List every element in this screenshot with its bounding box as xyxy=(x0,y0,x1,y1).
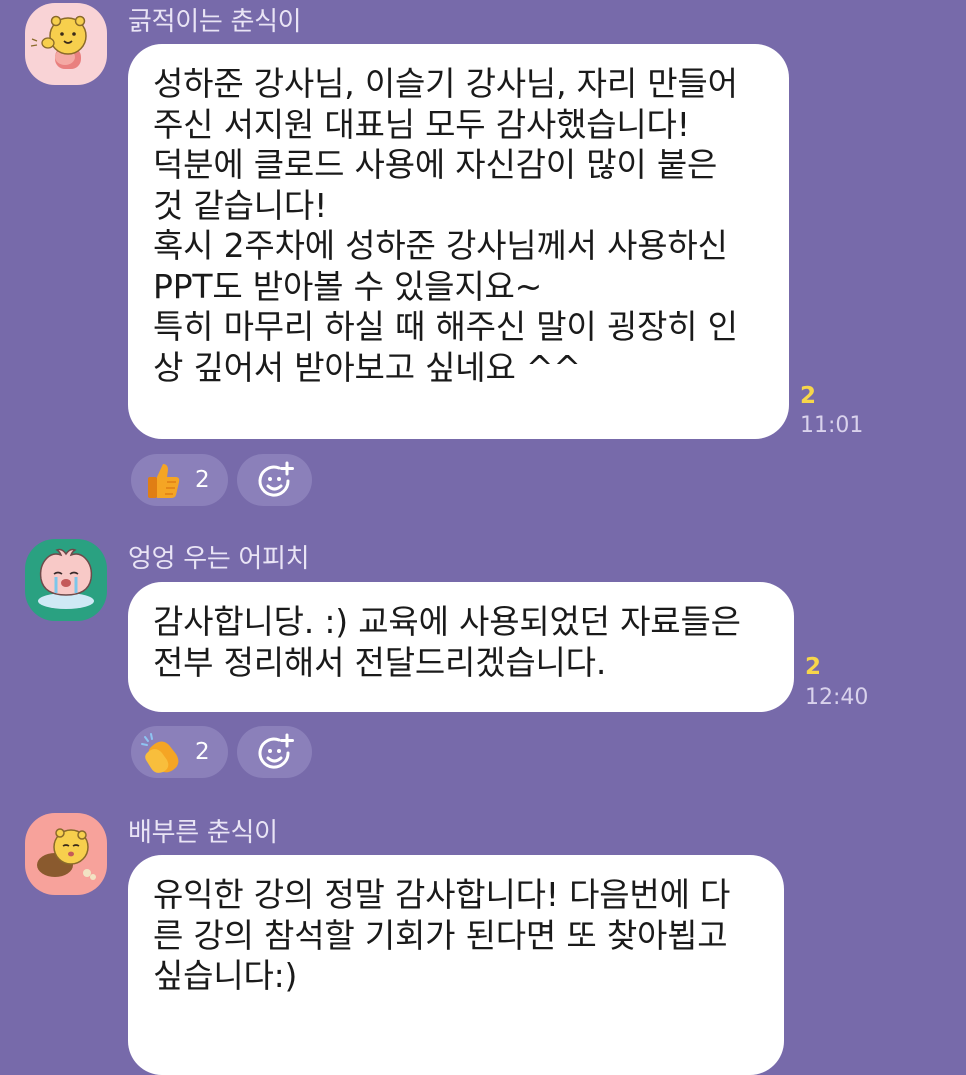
message-text-line: 특히 마무리 하실 때 해주신 말이 굉장히 인 xyxy=(153,307,738,346)
clapping-hands-icon xyxy=(141,733,179,773)
sender-name[interactable]: 엉엉 우는 어피치 xyxy=(128,538,310,575)
message-text-line: 싶습니다:) xyxy=(153,956,298,995)
unread-count: 2 xyxy=(800,383,817,409)
add-emoji-icon xyxy=(258,733,294,769)
message-text-line: 전부 정리해서 전달드리겠습니다. xyxy=(153,642,607,682)
message-text-line: 상 깊어서 받아보고 싶네요 ^^ xyxy=(153,347,581,387)
add-reaction-button[interactable] xyxy=(237,454,312,506)
thumbs-up-icon xyxy=(148,464,180,498)
message-text-line: 주신 서지원 대표님 모두 감사했습니다! xyxy=(153,104,690,144)
chunsik-character-icon xyxy=(37,828,96,880)
message-text-line: 혹시 2주차에 성하준 강사님께서 사용하신 xyxy=(153,226,728,265)
chunsik-character-icon xyxy=(30,15,87,69)
unread-count: 2 xyxy=(805,654,822,680)
reaction-chip[interactable]: 2 xyxy=(131,454,228,506)
sender-name[interactable]: 배부른 춘식이 xyxy=(128,812,278,849)
avatar-chunsik-full[interactable] xyxy=(25,813,107,895)
message-text-line: 른 강의 참석할 기회가 된다면 또 찾아뵙고 xyxy=(153,915,728,955)
message-bubble[interactable]: 감사합니당. :) 교육에 사용되었던 자료들은 전부 정리해서 전달드리겠습니… xyxy=(128,582,794,712)
message-text-line: 유익한 강의 정말 감사합니다! 다음번에 다 xyxy=(153,875,731,914)
reaction-count: 2 xyxy=(195,467,210,493)
message-text-line: 것 같습니다! xyxy=(153,185,328,225)
reaction-chip[interactable]: 2 xyxy=(131,726,228,778)
avatar-chunsik-scratching[interactable] xyxy=(25,3,107,85)
message-text-line: 성하준 강사님, 이슬기 강사님, 자리 만들어 xyxy=(153,64,738,103)
message-text-line: 감사합니당. :) 교육에 사용되었던 자료들은 xyxy=(153,602,741,641)
message-timestamp: 11:01 xyxy=(800,413,864,438)
avatar-apeach-crying[interactable] xyxy=(25,539,107,621)
message-text-line: 덕분에 클로드 사용에 자신감이 많이 붙은 xyxy=(153,145,718,184)
message-bubble[interactable]: 유익한 강의 정말 감사합니다! 다음번에 다 른 강의 참석할 기회가 된다면… xyxy=(128,855,784,1075)
apeach-character-icon xyxy=(38,548,94,609)
message-timestamp: 12:40 xyxy=(805,685,869,710)
add-reaction-button[interactable] xyxy=(237,726,312,778)
sender-name[interactable]: 긁적이는 춘식이 xyxy=(128,1,302,38)
message-bubble[interactable]: 성하준 강사님, 이슬기 강사님, 자리 만들어 주신 서지원 대표님 모두 감… xyxy=(128,44,789,439)
add-emoji-icon xyxy=(258,461,294,497)
message-text-line: PPT도 받아볼 수 있을지요~ xyxy=(153,266,543,306)
reaction-count: 2 xyxy=(195,739,210,765)
